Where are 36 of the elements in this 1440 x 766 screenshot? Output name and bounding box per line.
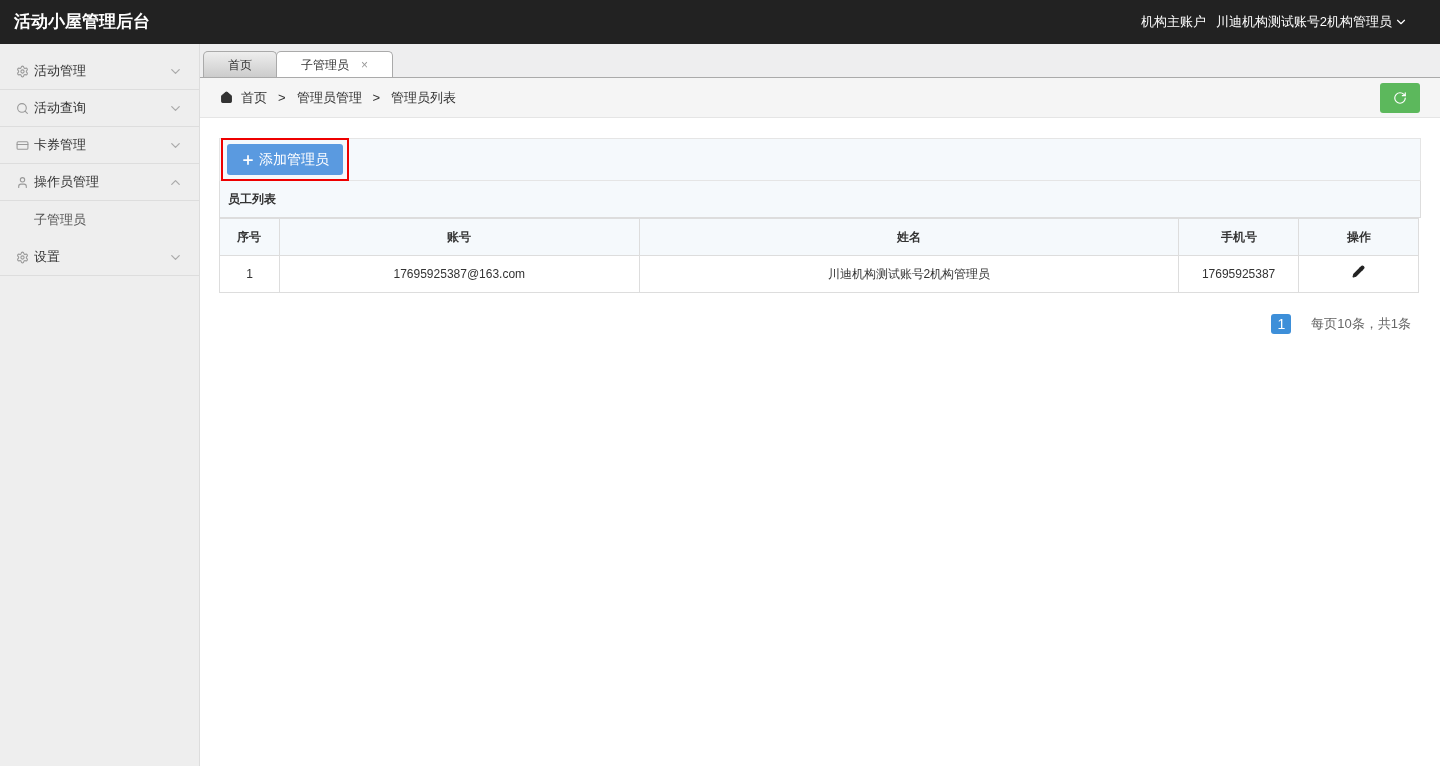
menu-icon <box>16 101 29 115</box>
column-header: 序号 <box>219 218 280 256</box>
column-header: 操作 <box>1298 218 1419 256</box>
sidebar-item[interactable]: 操作员管理 <box>0 164 199 201</box>
menu-icon <box>16 250 29 264</box>
home-icon <box>220 91 233 104</box>
tab[interactable]: 子管理员 × <box>276 51 393 77</box>
menu-icon <box>16 175 29 189</box>
pagination-summary: 每页10条，共1条 <box>1311 315 1411 334</box>
table-title: 员工列表 <box>219 181 1421 218</box>
breadcrumb-link[interactable]: 管理员列表 <box>391 87 457 108</box>
table-cell: 川迪机构测试账号2机构管理员 <box>639 255 1179 293</box>
table-cell: 17695925387 <box>1178 255 1299 293</box>
column-header: 姓名 <box>639 218 1179 256</box>
sidebar-item[interactable]: 卡券管理 <box>0 127 199 164</box>
app-title: 活动小屋管理后台 <box>14 11 150 34</box>
edit-icon[interactable] <box>1352 265 1366 278</box>
user-menu[interactable]: 川迪机构测试账号2机构管理员 <box>1215 12 1408 32</box>
sidebar-item[interactable]: 活动管理 <box>0 53 199 90</box>
sidebar-item[interactable]: 设置 <box>0 239 199 276</box>
table-cell: 1 <box>219 255 280 293</box>
menu-icon <box>16 138 29 152</box>
breadcrumb-link[interactable]: 首页 <box>241 87 267 108</box>
breadcrumb-link[interactable]: 管理员管理 <box>296 87 362 108</box>
plus-icon <box>241 152 255 167</box>
table-cell: 17695925387@163.com <box>279 255 640 293</box>
menu-icon <box>16 64 29 78</box>
sidebar-item[interactable]: 活动查询 <box>0 90 199 127</box>
refresh-icon <box>1393 90 1407 105</box>
column-header: 账号 <box>279 218 640 256</box>
tab[interactable]: 首页 <box>203 51 277 77</box>
column-header: 手机号 <box>1178 218 1299 256</box>
sidebar-subitem[interactable]: 子管理员 <box>0 201 199 239</box>
account-type: 机构主账户 <box>1140 13 1206 32</box>
breadcrumb-separator: > <box>371 88 382 107</box>
breadcrumb-separator: > <box>277 88 287 107</box>
